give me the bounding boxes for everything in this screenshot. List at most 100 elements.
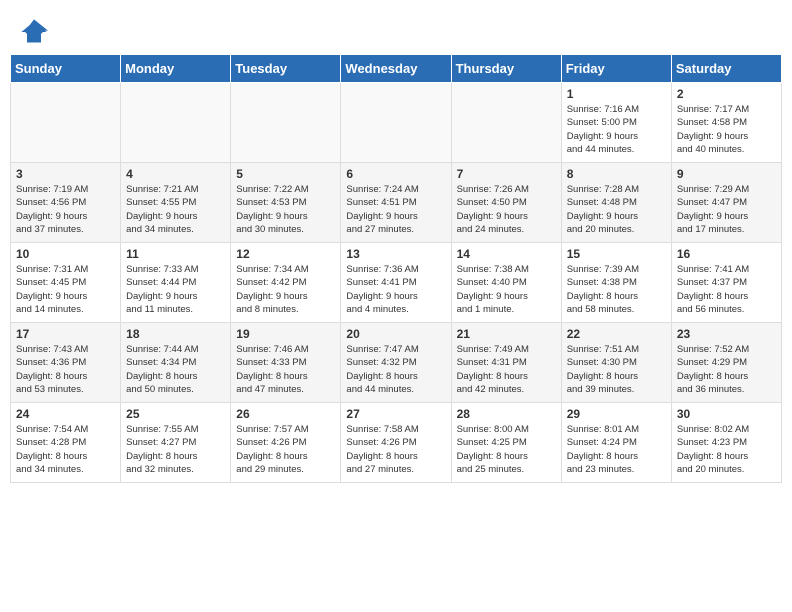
day-number: 25 [126, 407, 225, 421]
day-number: 23 [677, 327, 776, 341]
week-row-3: 10 Sunrise: 7:31 AM Sunset: 4:45 PM Dayli… [11, 243, 782, 323]
logo-icon [20, 18, 48, 46]
day-info: Sunrise: 7:24 AM Sunset: 4:51 PM Dayligh… [346, 183, 445, 236]
calendar-cell: 8 Sunrise: 7:28 AM Sunset: 4:48 PM Daylig… [561, 163, 671, 243]
day-info: Sunrise: 7:43 AM Sunset: 4:36 PM Dayligh… [16, 343, 115, 396]
day-number: 28 [457, 407, 556, 421]
day-info: Sunrise: 7:22 AM Sunset: 4:53 PM Dayligh… [236, 183, 335, 236]
calendar-cell: 9 Sunrise: 7:29 AM Sunset: 4:47 PM Daylig… [671, 163, 781, 243]
day-number: 15 [567, 247, 666, 261]
day-number: 6 [346, 167, 445, 181]
logo [20, 18, 50, 46]
weekday-header-wednesday: Wednesday [341, 55, 451, 83]
day-number: 17 [16, 327, 115, 341]
weekday-header-monday: Monday [121, 55, 231, 83]
day-number: 2 [677, 87, 776, 101]
calendar-cell: 27 Sunrise: 7:58 AM Sunset: 4:26 PM Dayli… [341, 403, 451, 483]
week-row-1: 1 Sunrise: 7:16 AM Sunset: 5:00 PM Daylig… [11, 83, 782, 163]
weekday-header-thursday: Thursday [451, 55, 561, 83]
day-number: 30 [677, 407, 776, 421]
day-number: 1 [567, 87, 666, 101]
calendar-cell: 5 Sunrise: 7:22 AM Sunset: 4:53 PM Daylig… [231, 163, 341, 243]
day-info: Sunrise: 7:44 AM Sunset: 4:34 PM Dayligh… [126, 343, 225, 396]
day-info: Sunrise: 7:36 AM Sunset: 4:41 PM Dayligh… [346, 263, 445, 316]
calendar-cell [231, 83, 341, 163]
day-number: 16 [677, 247, 776, 261]
day-info: Sunrise: 7:47 AM Sunset: 4:32 PM Dayligh… [346, 343, 445, 396]
calendar-cell [11, 83, 121, 163]
calendar-table: SundayMondayTuesdayWednesdayThursdayFrid… [10, 54, 782, 483]
day-info: Sunrise: 7:46 AM Sunset: 4:33 PM Dayligh… [236, 343, 335, 396]
page-header [0, 0, 792, 54]
week-row-4: 17 Sunrise: 7:43 AM Sunset: 4:36 PM Dayli… [11, 323, 782, 403]
calendar-cell: 30 Sunrise: 8:02 AM Sunset: 4:23 PM Dayli… [671, 403, 781, 483]
calendar-cell: 2 Sunrise: 7:17 AM Sunset: 4:58 PM Daylig… [671, 83, 781, 163]
day-info: Sunrise: 7:52 AM Sunset: 4:29 PM Dayligh… [677, 343, 776, 396]
weekday-header-tuesday: Tuesday [231, 55, 341, 83]
day-info: Sunrise: 7:57 AM Sunset: 4:26 PM Dayligh… [236, 423, 335, 476]
day-info: Sunrise: 8:00 AM Sunset: 4:25 PM Dayligh… [457, 423, 556, 476]
calendar-cell: 17 Sunrise: 7:43 AM Sunset: 4:36 PM Dayli… [11, 323, 121, 403]
day-number: 18 [126, 327, 225, 341]
day-info: Sunrise: 7:21 AM Sunset: 4:55 PM Dayligh… [126, 183, 225, 236]
calendar-cell: 11 Sunrise: 7:33 AM Sunset: 4:44 PM Dayli… [121, 243, 231, 323]
day-info: Sunrise: 7:49 AM Sunset: 4:31 PM Dayligh… [457, 343, 556, 396]
calendar-cell: 10 Sunrise: 7:31 AM Sunset: 4:45 PM Dayli… [11, 243, 121, 323]
day-info: Sunrise: 7:55 AM Sunset: 4:27 PM Dayligh… [126, 423, 225, 476]
day-number: 26 [236, 407, 335, 421]
calendar-cell: 6 Sunrise: 7:24 AM Sunset: 4:51 PM Daylig… [341, 163, 451, 243]
day-info: Sunrise: 7:29 AM Sunset: 4:47 PM Dayligh… [677, 183, 776, 236]
calendar-cell: 21 Sunrise: 7:49 AM Sunset: 4:31 PM Dayli… [451, 323, 561, 403]
calendar-cell: 12 Sunrise: 7:34 AM Sunset: 4:42 PM Dayli… [231, 243, 341, 323]
calendar-cell [451, 83, 561, 163]
day-number: 21 [457, 327, 556, 341]
week-row-2: 3 Sunrise: 7:19 AM Sunset: 4:56 PM Daylig… [11, 163, 782, 243]
day-info: Sunrise: 7:19 AM Sunset: 4:56 PM Dayligh… [16, 183, 115, 236]
day-info: Sunrise: 7:34 AM Sunset: 4:42 PM Dayligh… [236, 263, 335, 316]
day-info: Sunrise: 7:28 AM Sunset: 4:48 PM Dayligh… [567, 183, 666, 236]
day-number: 14 [457, 247, 556, 261]
day-number: 5 [236, 167, 335, 181]
calendar-cell: 3 Sunrise: 7:19 AM Sunset: 4:56 PM Daylig… [11, 163, 121, 243]
calendar-cell: 1 Sunrise: 7:16 AM Sunset: 5:00 PM Daylig… [561, 83, 671, 163]
day-number: 10 [16, 247, 115, 261]
calendar-cell: 16Sunrise: 7:41 AM Sunset: 4:37 PM Dayli… [671, 243, 781, 323]
day-number: 22 [567, 327, 666, 341]
calendar-cell: 4 Sunrise: 7:21 AM Sunset: 4:55 PM Daylig… [121, 163, 231, 243]
day-info: Sunrise: 7:17 AM Sunset: 4:58 PM Dayligh… [677, 103, 776, 156]
day-info: Sunrise: 7:31 AM Sunset: 4:45 PM Dayligh… [16, 263, 115, 316]
day-info: Sunrise: 7:58 AM Sunset: 4:26 PM Dayligh… [346, 423, 445, 476]
day-number: 8 [567, 167, 666, 181]
day-info: Sunrise: 7:51 AM Sunset: 4:30 PM Dayligh… [567, 343, 666, 396]
day-number: 7 [457, 167, 556, 181]
day-number: 9 [677, 167, 776, 181]
day-info: Sunrise: 7:39 AM Sunset: 4:38 PM Dayligh… [567, 263, 666, 316]
calendar-cell: 18 Sunrise: 7:44 AM Sunset: 4:34 PM Dayli… [121, 323, 231, 403]
day-info: Sunrise: 7:16 AM Sunset: 5:00 PM Dayligh… [567, 103, 666, 156]
calendar-cell [341, 83, 451, 163]
calendar-cell: 25 Sunrise: 7:55 AM Sunset: 4:27 PM Dayli… [121, 403, 231, 483]
day-info: Sunrise: 8:01 AM Sunset: 4:24 PM Dayligh… [567, 423, 666, 476]
day-info: Sunrise: 8:02 AM Sunset: 4:23 PM Dayligh… [677, 423, 776, 476]
calendar-cell: 19Sunrise: 7:46 AM Sunset: 4:33 PM Dayli… [231, 323, 341, 403]
day-info: Sunrise: 7:54 AM Sunset: 4:28 PM Dayligh… [16, 423, 115, 476]
calendar-cell: 20 Sunrise: 7:47 AM Sunset: 4:32 PM Dayli… [341, 323, 451, 403]
day-number: 3 [16, 167, 115, 181]
day-info: Sunrise: 7:33 AM Sunset: 4:44 PM Dayligh… [126, 263, 225, 316]
calendar-cell: 14 Sunrise: 7:38 AM Sunset: 4:40 PM Dayli… [451, 243, 561, 323]
day-number: 12 [236, 247, 335, 261]
day-number: 11 [126, 247, 225, 261]
day-info: Sunrise: 7:38 AM Sunset: 4:40 PM Dayligh… [457, 263, 556, 316]
day-number: 20 [346, 327, 445, 341]
calendar-cell [121, 83, 231, 163]
day-number: 24 [16, 407, 115, 421]
day-number: 27 [346, 407, 445, 421]
day-number: 4 [126, 167, 225, 181]
calendar-cell: 13Sunrise: 7:36 AM Sunset: 4:41 PM Dayli… [341, 243, 451, 323]
weekday-header-friday: Friday [561, 55, 671, 83]
day-number: 29 [567, 407, 666, 421]
calendar-cell: 22 Sunrise: 7:51 AM Sunset: 4:30 PM Dayli… [561, 323, 671, 403]
calendar-cell: 26 Sunrise: 7:57 AM Sunset: 4:26 PM Dayli… [231, 403, 341, 483]
calendar-cell: 15 Sunrise: 7:39 AM Sunset: 4:38 PM Dayli… [561, 243, 671, 323]
week-row-5: 24 Sunrise: 7:54 AM Sunset: 4:28 PM Dayli… [11, 403, 782, 483]
